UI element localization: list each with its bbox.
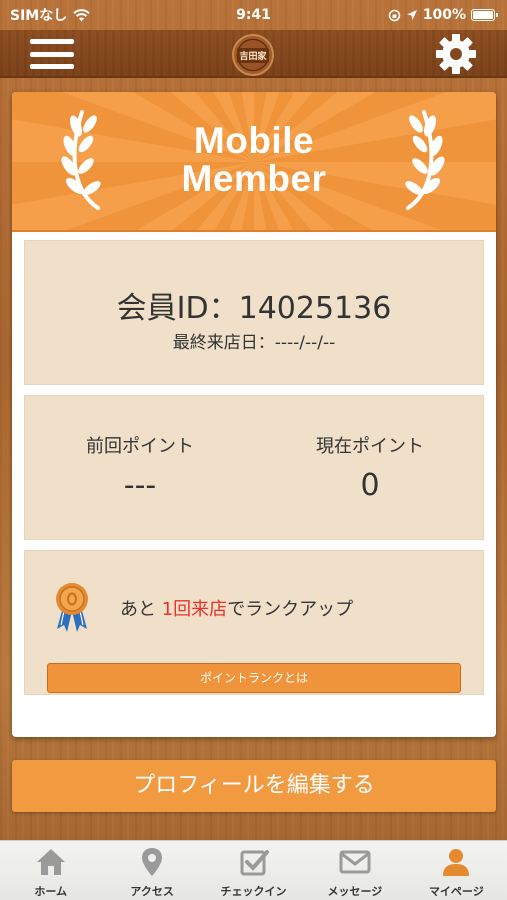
tab-checkin-label: チェックイン bbox=[220, 885, 287, 898]
tab-home[interactable]: ホーム bbox=[0, 841, 101, 900]
envelope-icon bbox=[339, 850, 371, 874]
previous-points-value: --- bbox=[123, 468, 157, 503]
tab-mypage[interactable]: マイページ bbox=[406, 841, 507, 900]
last-visit-date: 最終来店日：----/--/-- bbox=[172, 333, 336, 353]
status-right: 100% bbox=[388, 7, 498, 23]
carrier-label: SIMなし bbox=[10, 8, 68, 24]
checkin-icon bbox=[240, 850, 269, 876]
nav-bar: 吉田家 bbox=[0, 30, 507, 78]
tab-message[interactable]: メッセージ bbox=[304, 841, 405, 900]
current-points-label: 現在ポイント bbox=[316, 436, 424, 457]
rank-text-before: あと bbox=[120, 599, 162, 620]
tab-mypage-label: マイページ bbox=[428, 885, 484, 898]
wifi-icon bbox=[73, 8, 90, 21]
points-panel: 前回ポイント --- 現在ポイント 0 bbox=[24, 395, 484, 540]
home-icon bbox=[36, 849, 65, 875]
previous-points-label: 前回ポイント bbox=[86, 436, 194, 457]
laurel-right-icon bbox=[405, 110, 445, 210]
status-bar: SIMなし 9:41 100% bbox=[0, 0, 507, 30]
menu-line bbox=[30, 51, 74, 57]
logo-text: 吉田家 bbox=[237, 47, 269, 63]
tab-bar: ホーム アクセス チェックイン メッセージ マイページ bbox=[0, 840, 507, 900]
gear-icon[interactable] bbox=[435, 33, 477, 75]
orientation-lock-icon bbox=[388, 9, 400, 21]
tab-message-label: メッセージ bbox=[327, 885, 383, 898]
tab-checkin[interactable]: チェックイン bbox=[203, 841, 304, 900]
shop-logo: 吉田家 bbox=[232, 34, 274, 76]
current-points-value: 0 bbox=[360, 468, 380, 503]
rank-text-highlight: 1回来店 bbox=[161, 599, 228, 620]
tab-access[interactable]: アクセス bbox=[101, 841, 202, 900]
status-left: SIMなし bbox=[10, 5, 90, 25]
member-id-panel: 会員ID：14025136 最終来店日：----/--/-- bbox=[24, 240, 484, 385]
member-id: 会員ID：14025136 bbox=[116, 291, 392, 326]
person-icon bbox=[443, 849, 470, 876]
tab-access-label: アクセス bbox=[130, 885, 174, 898]
edit-profile-button[interactable]: プロフィールを編集する bbox=[12, 760, 496, 812]
menu-line bbox=[30, 64, 74, 69]
menu-line bbox=[30, 39, 74, 44]
location-pin-icon bbox=[142, 848, 163, 876]
hamburger-menu-button[interactable] bbox=[30, 36, 74, 72]
tab-home-label: ホーム bbox=[34, 885, 68, 898]
member-card: Mobile Member 会員ID：14025136 最終来店日：----/-… bbox=[12, 92, 496, 737]
rank-panel: あと 1回来店でランクアップ ポイントランクとは bbox=[24, 550, 484, 695]
rank-up-text: あと 1回来店でランクアップ bbox=[120, 595, 353, 621]
point-rank-info-button[interactable]: ポイントランクとは bbox=[47, 663, 461, 693]
mobile-member-banner: Mobile Member bbox=[12, 92, 496, 232]
battery-percent: 100% bbox=[422, 7, 466, 23]
battery-icon bbox=[471, 9, 498, 21]
rank-text-after: でランクアップ bbox=[227, 599, 354, 620]
location-arrow-icon bbox=[406, 10, 417, 20]
rank-medal-icon bbox=[56, 583, 88, 632]
